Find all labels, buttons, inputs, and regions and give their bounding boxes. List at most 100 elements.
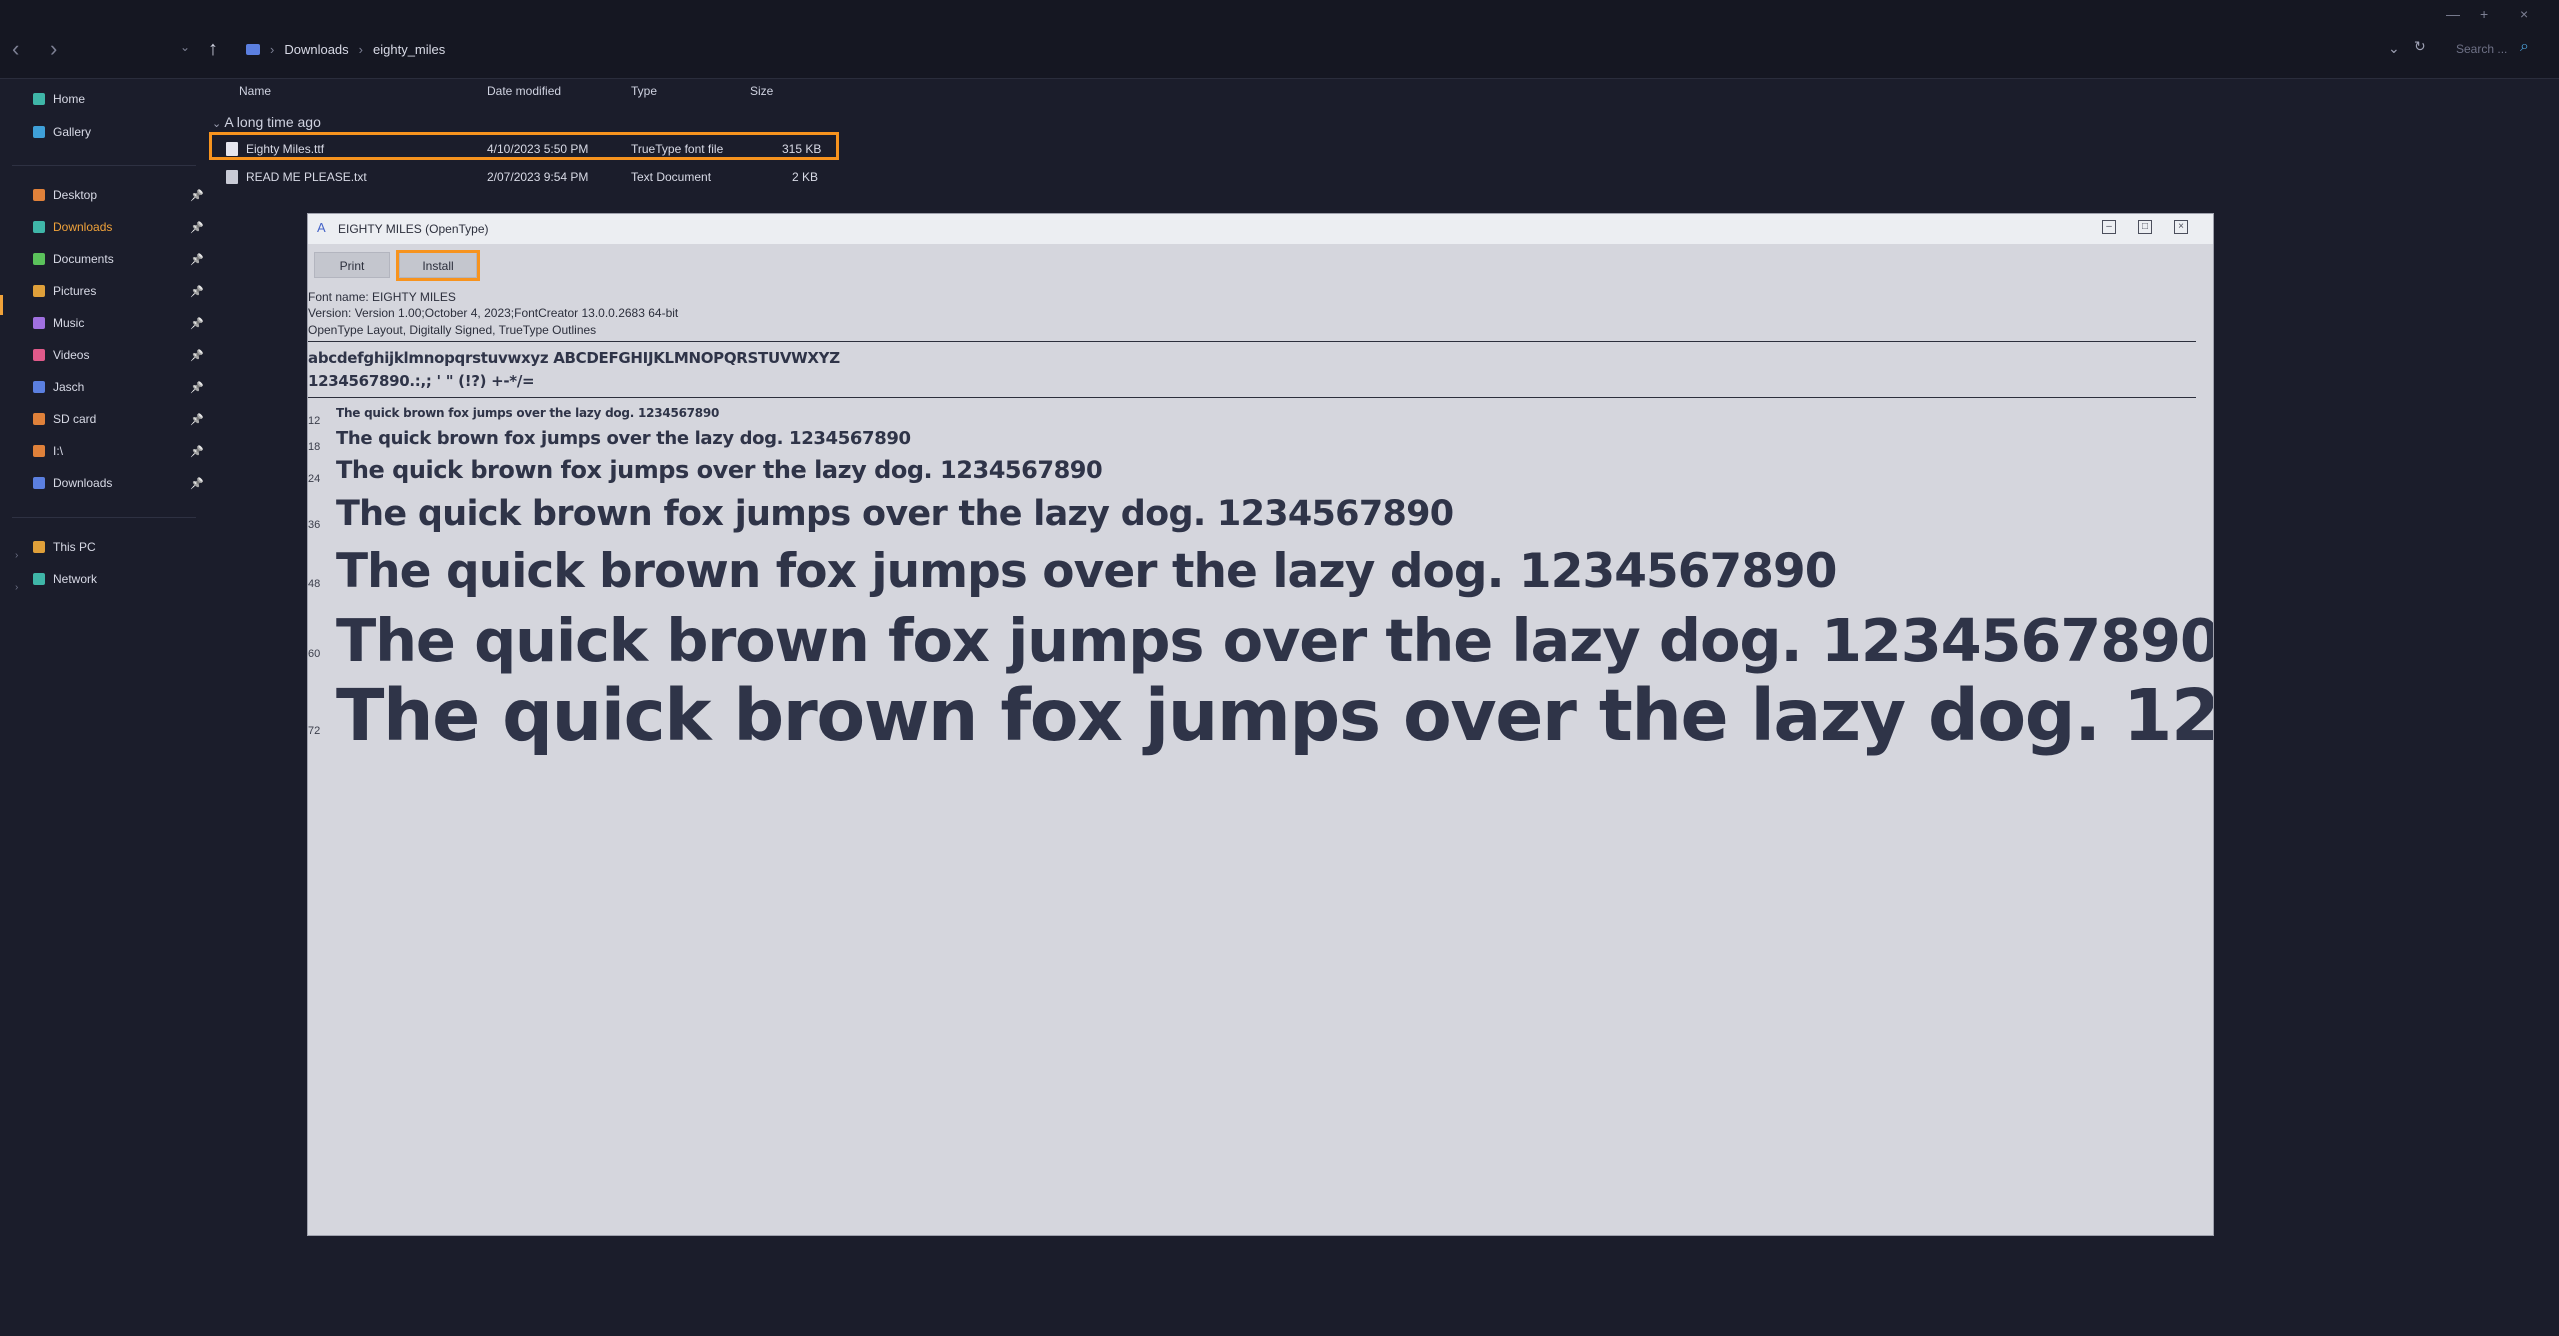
pin-icon[interactable]: 📌 [190, 445, 204, 458]
breadcrumb-downloads[interactable]: Downloads [284, 42, 348, 57]
sample-text-72: The quick brown fox jumps over the lazy … [336, 674, 2214, 757]
sidebar-item-network[interactable]: Network [33, 572, 203, 586]
sidebar-item-music[interactable]: Music 📌 [33, 316, 204, 330]
sample-text-48: The quick brown fox jumps over the lazy … [336, 544, 1838, 599]
font-viewer-window: A EIGHTY MILES (OpenType) – □ × Print In… [307, 213, 2214, 1236]
sd-card-icon [33, 413, 45, 425]
column-size[interactable]: Size [750, 84, 773, 98]
sidebar-item-jasch[interactable]: Jasch 📌 [33, 380, 204, 394]
charset-letters: abcdefghijklmnopqrstuvwxyz ABCDEFGHIJKLM… [308, 349, 840, 367]
up-arrow-icon[interactable]: ↑ [208, 38, 218, 61]
font-app-icon: A [317, 220, 326, 235]
minimize-icon[interactable]: — [2446, 6, 2460, 22]
this-pc-icon [33, 541, 45, 553]
sidebar-item-label: Downloads [53, 476, 113, 490]
sidebar-item-label: Documents [53, 252, 114, 266]
gallery-icon [33, 126, 45, 138]
chevron-right-icon[interactable]: › [15, 550, 18, 561]
viewer-titlebar: A EIGHTY MILES (OpenType) – □ × [308, 214, 2213, 244]
sidebar-item-downloads[interactable]: Downloads 📌 [33, 220, 204, 234]
sidebar-item-label: Videos [53, 348, 90, 362]
viewer-minimize-icon[interactable]: – [2102, 220, 2116, 234]
sample-text-36: The quick brown fox jumps over the lazy … [336, 494, 1454, 534]
sidebar-item-label: Music [53, 316, 85, 330]
chevron-down-icon: ⌄ [212, 118, 222, 130]
pin-icon[interactable]: 📌 [190, 253, 204, 266]
column-date-modified[interactable]: Date modified [487, 84, 561, 98]
file-type: TrueType font file [631, 142, 724, 156]
sidebar-item-label: Pictures [53, 284, 97, 298]
network-icon [33, 573, 45, 585]
sample-text-24: The quick brown fox jumps over the lazy … [336, 456, 1103, 484]
breadcrumb: › Downloads › eighty_miles [246, 42, 445, 57]
viewer-close-icon[interactable]: × [2174, 220, 2188, 234]
sidebar-item-documents[interactable]: Documents 📌 [33, 252, 204, 266]
group-header[interactable]: ⌄ A long time ago [212, 114, 321, 130]
navigation-pane: › › [0, 80, 200, 1336]
pin-icon[interactable]: 📌 [190, 189, 204, 202]
breadcrumb-eighty-miles[interactable]: eighty_miles [373, 42, 445, 57]
pin-icon[interactable]: 📌 [190, 221, 204, 234]
pin-icon[interactable]: 📌 [190, 349, 204, 362]
pin-icon[interactable]: 📌 [190, 381, 204, 394]
sidebar-item-downloads[interactable]: Downloads 📌 [33, 476, 204, 490]
sidebar-item-home[interactable]: Home [33, 92, 203, 106]
viewer-maximize-icon[interactable]: □ [2138, 220, 2152, 234]
active-indicator [0, 295, 3, 315]
sidebar-item-label: Home [53, 92, 86, 106]
file-name: READ ME PLEASE.txt [246, 170, 367, 184]
chevron-right-icon[interactable]: › [15, 582, 18, 593]
sidebar-item-videos[interactable]: Videos 📌 [33, 348, 204, 362]
print-button[interactable]: Print [314, 252, 390, 278]
sidebar-item-label: Desktop [53, 188, 98, 202]
sample-size-label: 48 [308, 578, 321, 590]
sample-size-label: 24 [308, 473, 321, 485]
maximize-icon[interactable]: + [2480, 6, 2488, 22]
search-input[interactable]: Search ... [2456, 42, 2507, 56]
sidebar-item-this-pc[interactable]: This PC [33, 540, 203, 554]
address-dropdown-icon[interactable]: ⌄ [2388, 40, 2400, 57]
sidebar-item-label: Network [53, 572, 98, 586]
explorer-toolbar: — + × ‹ › ⌄ ↑ › Downloads › eighty_miles… [0, 0, 2559, 79]
home-icon [33, 93, 45, 105]
file-date: 2/07/2023 9:54 PM [487, 170, 589, 184]
search-icon[interactable]: ⌕ [2520, 38, 2529, 56]
sidebar-item-pictures[interactable]: Pictures 📌 [33, 284, 204, 298]
sample-size-label: 60 [308, 648, 321, 660]
sidebar-item-label: I:\ [53, 444, 64, 458]
text-file-icon [226, 170, 238, 184]
file-size: 315 KB [782, 142, 822, 156]
forward-icon[interactable]: › [50, 36, 57, 62]
close-icon[interactable]: × [2520, 6, 2528, 22]
file-name: Eighty Miles.ttf [246, 142, 325, 156]
sample-size-label: 12 [308, 415, 321, 427]
file-size: 2 KB [792, 170, 819, 184]
font-file-icon [226, 142, 238, 156]
pin-icon[interactable]: 📌 [190, 285, 204, 298]
sidebar-item-gallery[interactable]: Gallery [33, 125, 203, 139]
pin-icon[interactable]: 📌 [190, 413, 204, 426]
font-name: Font name: EIGHTY MILES [308, 290, 456, 304]
pin-icon[interactable]: 📌 [190, 477, 204, 490]
column-name[interactable]: Name [239, 84, 271, 98]
sample-size-label: 72 [308, 725, 321, 737]
sidebar-item-label: Gallery [53, 125, 92, 139]
pin-icon[interactable]: 📌 [190, 317, 204, 330]
sidebar-item-label: This PC [53, 540, 96, 554]
refresh-icon[interactable]: ↻ [2414, 38, 2426, 55]
folder-icon [33, 381, 45, 393]
install-highlight-box [396, 250, 480, 281]
font-features: OpenType Layout, Digitally Signed, TrueT… [308, 323, 597, 337]
desktop-icon [33, 189, 45, 201]
sidebar-item-sd-card[interactable]: SD card 📌 [33, 412, 204, 426]
charset-symbols: 1234567890.:,; ' " (!?) +-*/= [308, 372, 535, 390]
folder-icon [246, 44, 260, 55]
recent-dropdown-icon[interactable]: ⌄ [180, 40, 190, 54]
sidebar-item-label: SD card [53, 412, 97, 426]
column-type[interactable]: Type [631, 84, 657, 98]
sample-text-18: The quick brown fox jumps over the lazy … [336, 428, 911, 449]
sidebar-item-i[interactable]: I:\ 📌 [33, 444, 204, 458]
sidebar-item-desktop[interactable]: Desktop 📌 [33, 188, 204, 202]
back-icon[interactable]: ‹ [12, 36, 19, 62]
sample-size-label: 18 [308, 441, 321, 453]
